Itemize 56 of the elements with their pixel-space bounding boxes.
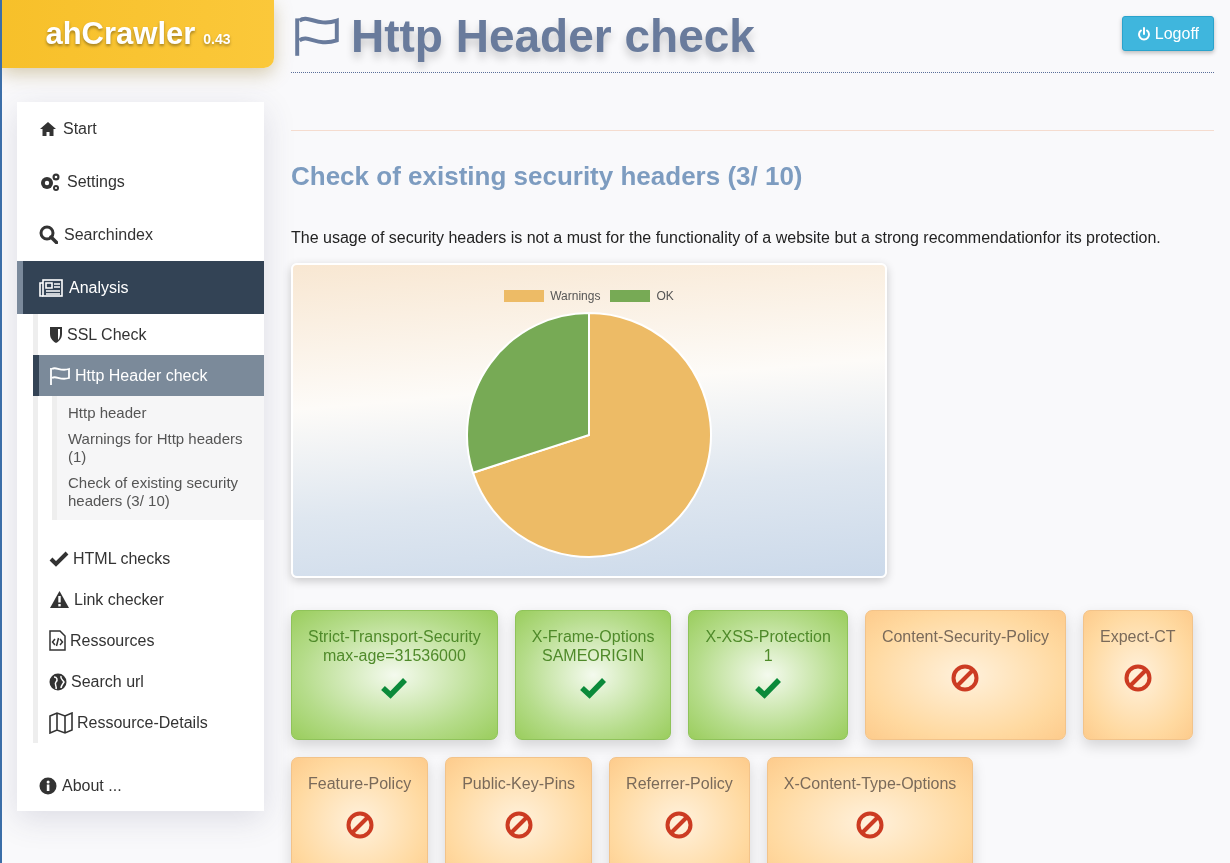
code-file-icon <box>49 630 66 651</box>
section-link[interactable]: Check of existing security headers (3/ 10) <box>57 470 264 514</box>
sidebar-subitem[interactable]: Ressources <box>38 620 264 661</box>
map-icon <box>49 711 73 734</box>
shield-icon <box>49 325 63 344</box>
page-title: Http Header check <box>291 8 755 64</box>
prohibited-icon <box>856 811 885 839</box>
section-link[interactable]: Http header <box>57 400 264 426</box>
header-value: 1 <box>762 646 774 665</box>
sidebar-item[interactable]: Start <box>17 102 264 155</box>
header-name: Public-Key-Pins <box>462 774 576 793</box>
prohibited-icon <box>1123 664 1152 692</box>
globe-icon <box>49 672 67 691</box>
sidebar-subitem[interactable]: Http Header check <box>33 355 264 396</box>
prohibited-icon <box>504 811 533 839</box>
newspaper-icon <box>39 278 63 297</box>
sidebar-item[interactable]: Settings <box>17 155 264 208</box>
version-label: 0.43 <box>203 31 231 47</box>
header-name: Feature-Policy <box>308 774 412 793</box>
check-icon <box>380 677 409 699</box>
app-name: ahCrawler <box>45 16 196 52</box>
power-icon <box>1136 26 1151 41</box>
prohibited-icon <box>345 811 374 839</box>
header-name: Referrer-Policy <box>626 774 733 793</box>
legend-label: Warnings <box>550 289 601 303</box>
legend-label: OK <box>656 289 674 303</box>
check-icon <box>754 677 783 699</box>
warning-icon <box>49 590 70 609</box>
home-icon <box>39 120 57 137</box>
header-name: Content-Security-Policy <box>881 627 1050 646</box>
header-name: X-Content-Type-Options <box>783 774 957 793</box>
check-icon <box>579 677 608 699</box>
sidebar-subitem[interactable]: Ressource-Details <box>38 702 264 743</box>
sidebar-subitem[interactable]: Search url <box>38 661 264 702</box>
prohibited-icon <box>665 811 694 839</box>
info-icon <box>39 777 57 795</box>
header-name: Strict-Transport-Security <box>308 627 481 646</box>
header-value: max-age=31536000 <box>322 646 467 665</box>
sidebar-item[interactable]: Analysis <box>17 261 264 314</box>
sidebar-subitem[interactable]: Link checker <box>38 579 264 620</box>
header-value: SAMEORIGIN <box>541 646 646 665</box>
section-link[interactable]: Warnings for Http headers (1) <box>57 426 264 470</box>
sidebar-subitem[interactable]: HTML checks <box>38 538 264 579</box>
search-icon <box>39 225 58 244</box>
header-name: X-Frame-Options <box>531 627 655 646</box>
gears-icon <box>39 171 61 192</box>
prohibited-icon <box>951 664 980 692</box>
description-text: The usage of security headers is not a must for the functionality of a website but a strong recommendationfor its protection. <box>291 229 1162 247</box>
header-name: X-XSS-Protection <box>705 627 831 646</box>
sidebar-item[interactable]: Searchindex <box>17 208 264 261</box>
sidebar-subitem[interactable]: SSL Check <box>38 314 264 355</box>
section-heading: Check of existing security headers (3/ 10) <box>291 160 804 192</box>
header-name: Expect-CT <box>1100 627 1176 646</box>
about-item[interactable]: About ... <box>17 761 264 811</box>
check-icon <box>49 550 69 567</box>
flag-icon <box>49 365 71 386</box>
